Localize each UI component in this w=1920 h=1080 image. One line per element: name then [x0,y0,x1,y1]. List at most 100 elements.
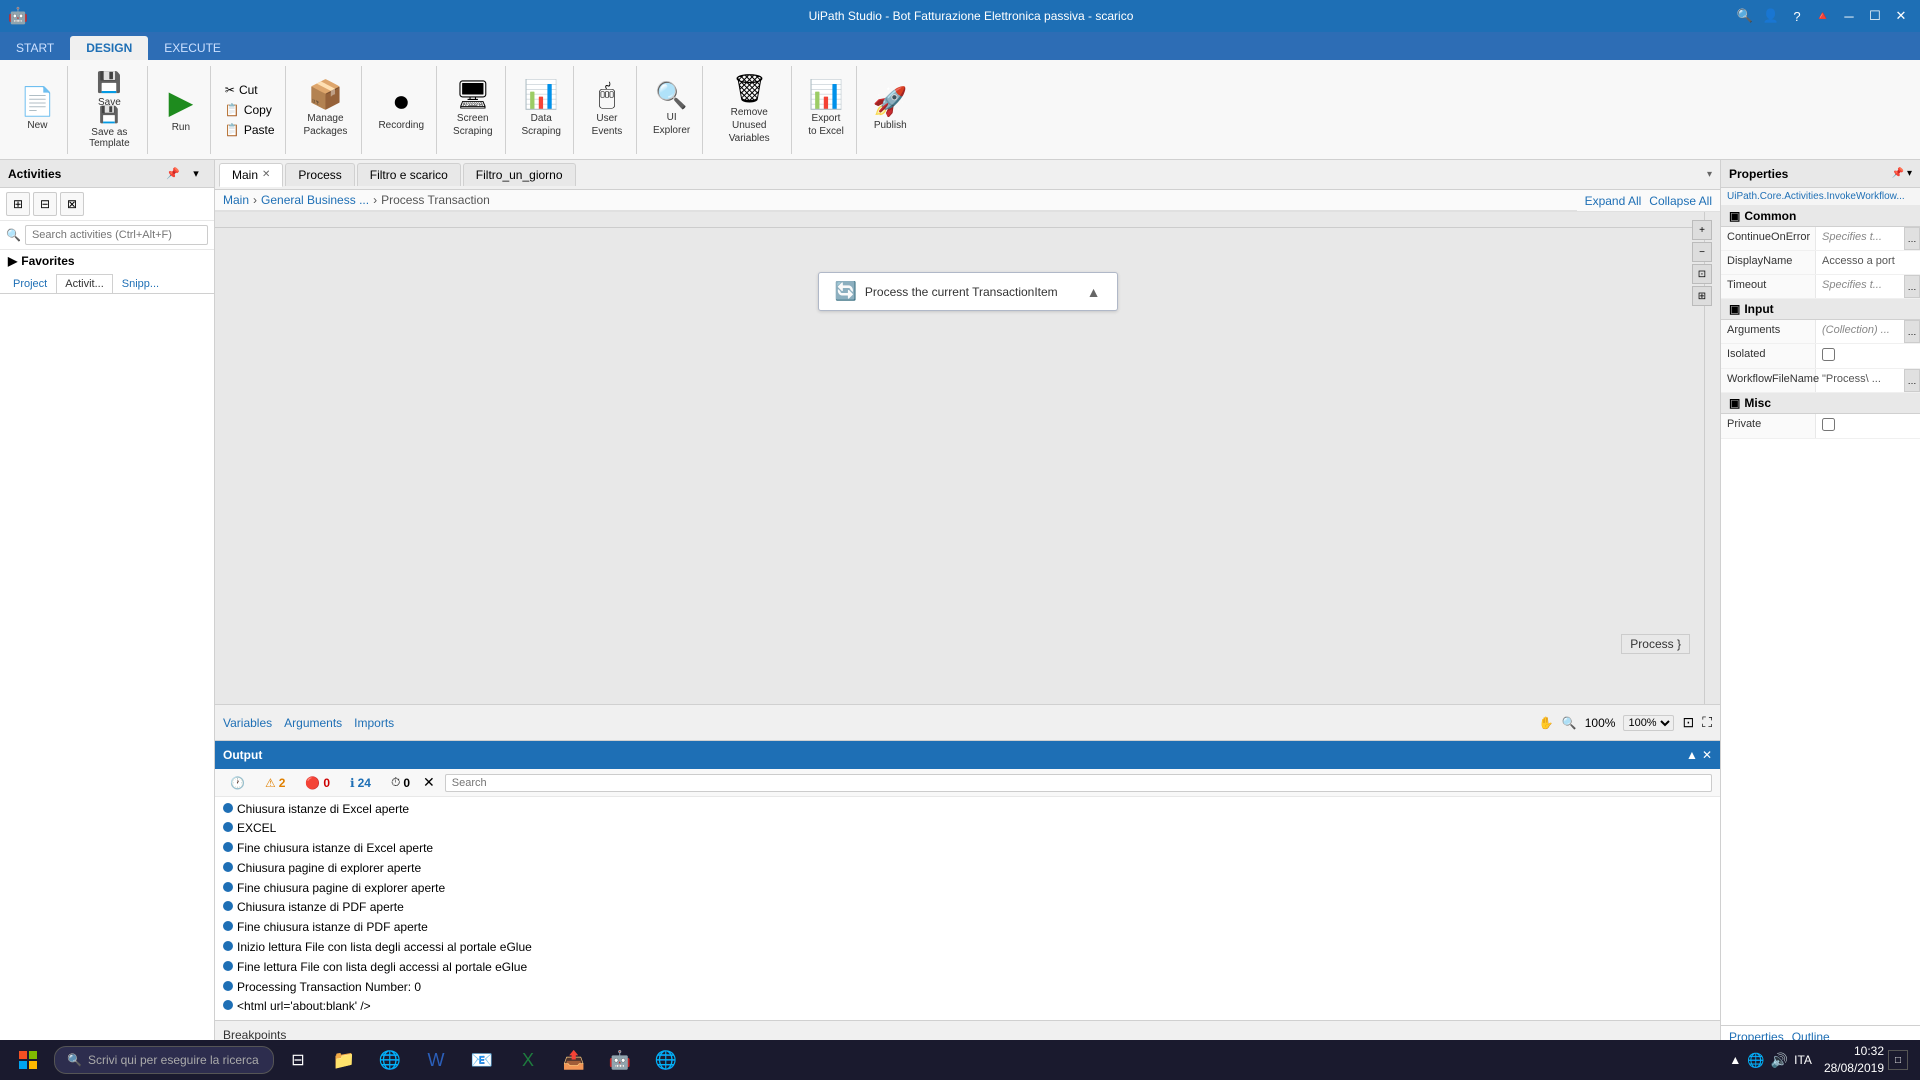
manage-packages-button[interactable]: 📦 ManagePackages [296,70,356,150]
error-filter-btn[interactable]: 🔴 0 [298,773,337,793]
prop-value-continue[interactable]: Specifies t... [1816,227,1904,250]
output-expand-btn[interactable]: ▲ [1686,748,1698,762]
search-btn[interactable]: 🔍 [1734,5,1756,27]
prop-btn-timeout[interactable]: … [1904,275,1920,298]
save-template-button[interactable]: 💾 Save as Template [74,111,145,147]
user-btn[interactable]: 👤 [1760,5,1782,27]
taskbar-word[interactable]: W [414,1042,458,1078]
tab-design[interactable]: DESIGN [70,36,148,60]
prop-btn-workflow[interactable]: … [1904,369,1920,392]
taskbar-clock[interactable]: 10:32 28/08/2019 [1824,1043,1884,1077]
canvas-grid[interactable]: ⊞ [1692,286,1712,306]
canvas-area[interactable]: 🔄 Process the current TransactionItem ▲ … [215,212,1720,704]
run-button[interactable]: ▶ Run [156,70,206,150]
workflow-tab-dropdown[interactable]: ▾ [1703,165,1716,184]
prop-section-common[interactable]: ▣ Common [1721,206,1920,227]
prop-value-timeout[interactable]: Specifies t... [1816,275,1904,298]
fit-screen-btn[interactable]: ⊡ [1682,714,1694,731]
workflow-tab-filtro[interactable]: Filtro e scarico [357,163,461,186]
workflow-tab-main-close[interactable]: ✕ [262,169,270,180]
panel-tab-project[interactable]: Project [4,274,56,293]
prop-btn-continue[interactable]: … [1904,227,1920,250]
private-checkbox[interactable] [1822,418,1835,431]
prop-section-input[interactable]: ▣ Input [1721,299,1920,320]
pan-tool-icon[interactable]: 🔍 [1562,716,1577,730]
expand-all-btn[interactable]: Expand All [1585,194,1642,208]
tray-arrow[interactable]: ▲ [1729,1053,1741,1067]
zoom-select[interactable]: 100% 75% 50% 125% 150% [1623,715,1674,731]
prop-value-private[interactable] [1816,414,1920,438]
minimize-btn[interactable]: ─ [1838,5,1860,27]
export-excel-button[interactable]: 📊 Exportto Excel [800,70,852,150]
properties-pin-btn[interactable]: 📌 [1892,168,1904,179]
workflow-tab-filtro-giorno[interactable]: Filtro_un_giorno [463,163,576,186]
taskbar-outlook[interactable]: 📧 [460,1042,504,1078]
fullscreen-btn[interactable]: ⛶ [1702,714,1712,731]
time-filter-btn[interactable]: 🕐 [223,773,252,793]
favorites-section[interactable]: ▶ Favorites [0,250,214,272]
imports-tab[interactable]: Imports [354,716,394,730]
properties-menu-btn[interactable]: ▾ [1907,168,1912,179]
prop-btn-arguments[interactable]: … [1904,320,1920,343]
taskbar-search[interactable]: 🔍 Scrivi qui per eseguire la ricerca [54,1046,274,1074]
taskbar-chrome[interactable]: 🌐 [368,1042,412,1078]
prop-value-workflow-filename[interactable]: "Process\ ... [1816,369,1904,392]
output-close-btn[interactable]: ✕ [1702,748,1712,762]
copy-button[interactable]: 📋 Copy [221,101,279,119]
hand-tool-icon[interactable]: ✋ [1539,716,1554,730]
taskbar-task-view[interactable]: ⊟ [276,1042,320,1078]
new-button[interactable]: 📄 New [12,70,63,150]
taskbar-file-explorer[interactable]: 📁 [322,1042,366,1078]
debug-filter-btn[interactable]: ⏱ 0 [384,772,417,793]
prop-section-misc[interactable]: ▣ Misc [1721,393,1920,414]
panel-pin-btn[interactable]: 📌 [163,164,183,184]
tab-execute[interactable]: EXECUTE [148,36,237,60]
info-filter-btn[interactable]: ℹ 24 [343,773,378,793]
publish-button[interactable]: 🚀 Publish [865,70,916,150]
variables-tab[interactable]: Variables [223,716,272,730]
breadcrumb-main[interactable]: Main [223,193,249,207]
collapse-all-icon-btn[interactable]: ⊟ [33,192,57,216]
prop-value-isolated[interactable] [1816,344,1920,368]
canvas-zoom-in[interactable]: + [1692,220,1712,240]
user-events-button[interactable]: 🖱 UserEvents [582,70,632,150]
remove-unused-button[interactable]: 🗑 Remove UnusedVariables [711,70,787,150]
screen-scraping-button[interactable]: 🖥 ScreenScraping [445,70,500,150]
taskbar-filezilla[interactable]: 📤 [552,1042,596,1078]
output-search-input[interactable] [445,774,1712,792]
window-controls[interactable]: 🔍 👤 ? 🔺 ─ ☐ ✕ [1734,5,1912,27]
panel-tab-snippets[interactable]: Snipp... [113,274,168,293]
data-scraping-button[interactable]: 📊 DataScraping [514,70,569,150]
arguments-tab[interactable]: Arguments [284,716,342,730]
process-box-collapse[interactable]: ▲ [1087,284,1101,300]
breadcrumb-general[interactable]: General Business ... [261,193,369,207]
warning-filter-btn[interactable]: ⚠ 2 [258,773,292,793]
panel-tab-activities[interactable]: Activit... [56,274,113,293]
ui-explorer-button[interactable]: 🔍 UIExplorer [645,70,698,150]
taskbar-uipath[interactable]: 🤖 [598,1042,642,1078]
search-input[interactable] [25,225,208,245]
collapse-all-btn[interactable]: Collapse All [1649,194,1712,208]
tray-volume[interactable]: 🔊 [1771,1052,1788,1069]
isolated-checkbox[interactable] [1822,348,1835,361]
tray-network[interactable]: 🌐 [1747,1052,1764,1069]
expand-btn[interactable]: 🔺 [1812,5,1834,27]
save-button[interactable]: 💾 Save [84,73,134,109]
maximize-btn[interactable]: ☐ [1864,5,1886,27]
taskbar-notify[interactable]: □ [1888,1050,1908,1070]
paste-button[interactable]: 📋 Paste [221,121,279,139]
cut-button[interactable]: ✂ Cut [221,81,279,99]
taskbar-ie[interactable]: 🌐 [644,1042,688,1078]
clear-output-btn[interactable]: ✕ [423,774,435,791]
workflow-tab-process[interactable]: Process [285,163,354,186]
help-btn[interactable]: ? [1786,5,1808,27]
refresh-icon-btn[interactable]: ⊠ [60,192,84,216]
canvas-zoom-out[interactable]: − [1692,242,1712,262]
canvas-fit[interactable]: ⊡ [1692,264,1712,284]
tab-start[interactable]: START [0,36,70,60]
taskbar-excel[interactable]: X [506,1042,550,1078]
prop-value-arguments[interactable]: (Collection) ... [1816,320,1904,343]
start-button[interactable] [4,1042,52,1078]
expand-all-icon-btn[interactable]: ⊞ [6,192,30,216]
close-btn[interactable]: ✕ [1890,5,1912,27]
